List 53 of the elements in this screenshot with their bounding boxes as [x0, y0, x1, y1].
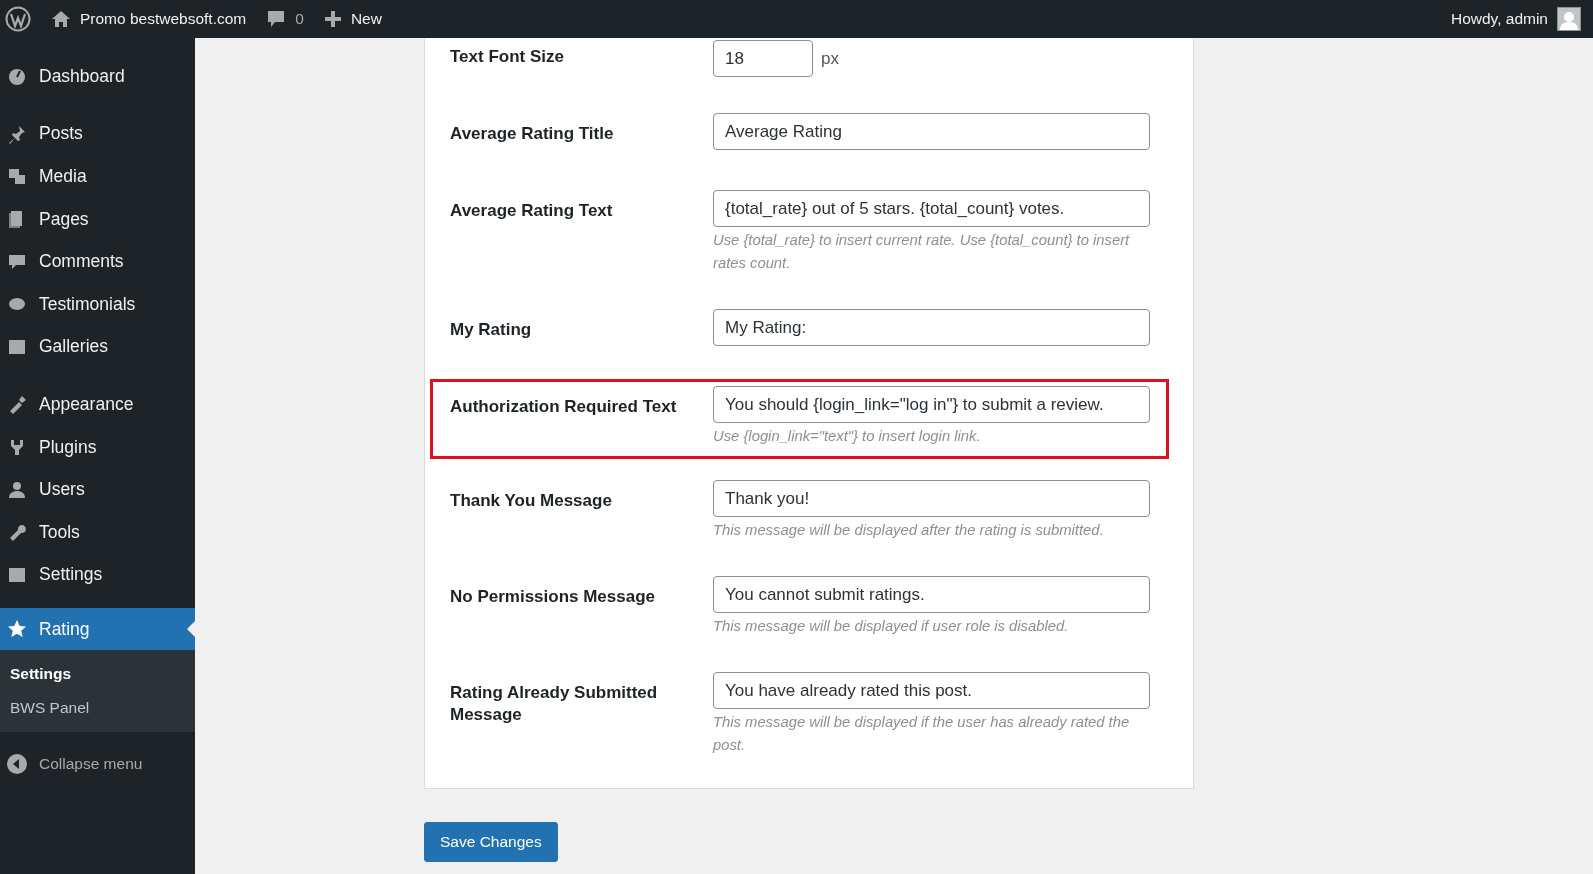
sidebar-item[interactable]: Appearance [0, 383, 195, 426]
field-description: This message will be displayed if user role is disabled. [713, 617, 1070, 636]
sidebar-item[interactable]: Users [0, 468, 195, 511]
plus-icon[interactable] [323, 10, 342, 28]
text-input[interactable]: Thank you! [713, 480, 1150, 517]
sidebar-item[interactable]: Plugins [0, 425, 195, 469]
save-button[interactable]: Save Changes [424, 822, 558, 862]
field-description: This message will be displayed if the user has already rated the post. [713, 713, 1131, 755]
media-icon [7, 166, 27, 187]
sidebar-item[interactable]: Media [0, 155, 195, 198]
comment-count[interactable]: 0 [295, 10, 304, 28]
dashboard-icon [7, 66, 27, 87]
star-icon [7, 619, 27, 640]
person-icon [7, 479, 27, 500]
sidebar-item[interactable]: Comments [0, 240, 195, 283]
field-description: Use {total_rate} to insert current rate. Use {total_count} to insert rates count. [713, 231, 1131, 273]
text-input[interactable]: You should {login_link="log in"} to submit a review. [713, 386, 1150, 423]
left-arrow-circle-icon [7, 754, 27, 775]
sidebar-item[interactable]: Posts [0, 112, 195, 156]
field-label: No Permissions Message [450, 586, 657, 608]
sidebar-item[interactable]: Settings [0, 553, 195, 597]
sidebar-item[interactable]: Testimonials [0, 282, 195, 326]
site-name-link[interactable]: Promo bestwebsoft.com [80, 10, 247, 28]
field-label: Text Font Size [450, 46, 565, 68]
field-label: My Rating [450, 319, 533, 341]
sidebar-item[interactable]: Tools [0, 510, 195, 554]
field-description: Use {login_link="text"} to insert login link. [713, 427, 982, 446]
sidebar-item[interactable]: Pages [0, 197, 195, 241]
field-label: Average Rating Title [450, 123, 615, 145]
field-label: Average Rating Text [450, 200, 614, 222]
text-input[interactable]: Average Rating [713, 113, 1150, 150]
submenu-item[interactable]: Settings [0, 657, 195, 692]
sidebar-item[interactable]: Galleries [0, 325, 195, 369]
text-input[interactable]: You cannot submit ratings. [713, 576, 1150, 613]
sidebar-item[interactable]: Dashboard [0, 55, 195, 98]
wordpress-logo-icon[interactable] [5, 6, 31, 32]
submenu-item[interactable]: BWS Panel [0, 691, 195, 726]
unit-label: px [821, 48, 839, 68]
greeting-link[interactable]: Howdy, admin [1450, 10, 1548, 28]
field-description: This message will be displayed after the rating is submitted. [713, 521, 1105, 540]
avatar-icon[interactable] [1557, 7, 1581, 31]
text-input[interactable]: {total_rate} out of 5 stars. {total_count} votes. [713, 190, 1150, 227]
field-label: Thank You Message [450, 490, 613, 512]
field-label: Authorization Required Text [450, 396, 678, 418]
text-input[interactable]: My Rating: [713, 309, 1150, 346]
number-input[interactable]: 18 [713, 40, 813, 77]
text-input[interactable]: You have already rated this post. [713, 672, 1150, 709]
sidebar-item[interactable]: Rating [0, 608, 195, 651]
collapse-menu-button[interactable]: Collapse menu [0, 732, 195, 775]
home-icon[interactable] [51, 9, 71, 29]
new-link[interactable]: New [350, 10, 382, 28]
pushpin-icon [7, 123, 27, 144]
field-label: Rating Already Submitted Message [450, 682, 659, 727]
